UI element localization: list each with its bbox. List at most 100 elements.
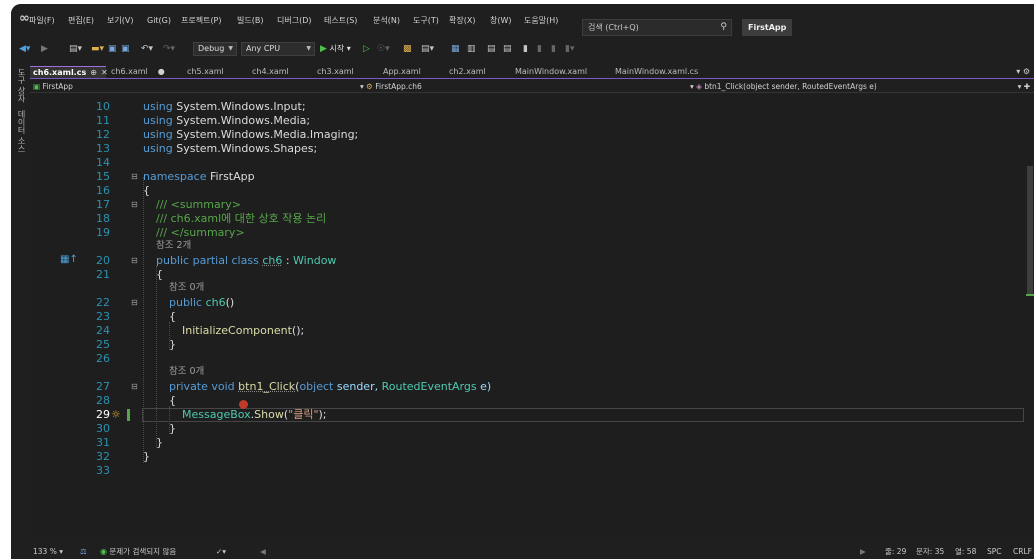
char-indicator[interactable]: 문자: 35 [916,546,944,557]
code-line: { [169,394,176,407]
member-name: btn1_Click(object sender, RoutedEventArg… [704,82,877,91]
tab-ch6-xaml-cs[interactable]: ch6.xaml.cs ⊕ ✕ [30,66,108,78]
layout-icon[interactable]: ▤▾ [421,42,434,56]
properties-icon[interactable]: ▥ [467,42,476,56]
zoom-level[interactable]: 133 % ▾ [33,546,63,557]
play-icon: ▶ [320,44,327,54]
hot-reload-icon[interactable]: ☉▾ [377,42,390,56]
tab-app-xaml[interactable]: App.xaml [380,66,442,78]
start-without-debugging-icon[interactable]: ▷ [363,42,370,56]
code-editor[interactable]: 10 11 12 13 14 15 16 17 18 19 20 21 22 23 24 25 26 27 28 29… [30,94,1025,538]
clear-bookmarks-icon[interactable]: ▮▾ [565,42,574,56]
tab-mainwindow-xaml-cs[interactable]: MainWindow.xaml.cs [612,66,716,78]
check-circle-icon: ◉ [100,547,107,556]
uncomment-icon[interactable]: ▤ [503,42,512,56]
redo-icon[interactable]: ↷▾ [163,42,175,56]
split-editor-icon[interactable]: ▾ ✚ [1018,81,1030,92]
pin-icon[interactable]: ⊕ [90,68,97,77]
menu-item[interactable]: 빌드(B) [237,14,263,28]
line-ending-indicator[interactable]: CRLF [1013,546,1032,557]
code-line: { [156,268,163,281]
platform-select[interactable]: Any CPU ▼ [241,42,315,56]
code-cleanup-icon[interactable]: ✓▾ [216,546,226,557]
csharp-project-icon: ▣ [33,82,41,91]
menu-item[interactable]: 분석(N) [373,14,400,28]
menu-item[interactable]: 프로젝트(P) [181,14,222,28]
new-project-icon[interactable]: ▤▾ [69,42,82,56]
menu-item[interactable]: 테스트(S) [324,14,357,28]
member-dropdown[interactable]: ▾ ◈ btn1_Click(object sender, RoutedEven… [690,81,1010,92]
save-icon[interactable]: ▣ [108,42,117,56]
scrollbar-thumb[interactable] [1027,166,1033,296]
scroll-right-icon[interactable]: ▶ [860,546,866,557]
code-line: using System.Windows.Shapes; [143,142,318,155]
comment-icon[interactable]: ▤ [487,42,496,56]
platform-value: Any CPU [246,44,281,53]
menu-item[interactable]: 도움말(H) [524,14,558,28]
prev-bookmark-icon[interactable]: ▮ [537,42,542,56]
codelens-references[interactable]: 참조 2개 [30,239,1025,251]
menu-item[interactable]: 확장(X) [449,14,475,28]
tab-label: MainWindow.xaml.cs [615,67,699,76]
mouse-click-indicator [239,400,248,409]
browse-icon[interactable]: ▩ [403,42,412,56]
code-line: namespace FirstApp [143,170,255,183]
codelens-references[interactable]: 참조 0개 [30,281,1025,293]
tab-label: ch5.xaml [187,67,224,76]
tab-overflow-and-settings-icon[interactable]: ▾ ⚙ [1016,66,1030,78]
project-dropdown[interactable]: ▣ FirstApp [33,81,333,92]
menu-item[interactable]: 창(W) [490,14,512,28]
tab-label: ch2.xaml [449,67,486,76]
menu-item[interactable]: 보기(V) [107,14,133,28]
save-all-icon[interactable]: ▣ [121,42,130,56]
code-line: private void btn1_Click(object sender, R… [169,380,492,393]
forward-icon[interactable]: ▶ [41,42,48,56]
vertical-scrollbar[interactable] [1025,94,1034,538]
column-indicator[interactable]: 열: 58 [955,546,976,557]
issues-indicator[interactable]: ◉ 문제가 검색되지 않음 [100,546,176,557]
chevron-down-icon: ▼ [306,45,311,52]
menu-item[interactable]: 디버그(D) [277,14,311,28]
menu-item[interactable]: 편집(E) [68,14,94,28]
back-icon[interactable]: ◀▾ [19,42,30,56]
tab-ch2-xaml[interactable]: ch2.xaml [446,66,506,78]
tab-ch5-xaml[interactable]: ch5.xaml [184,66,244,78]
document-tab-bar: ch6.xaml.cs ⊕ ✕ ch6.xaml ● ch5.xaml ch4.xam… [30,66,1034,79]
menu-item[interactable]: 도구(T) [413,14,439,28]
start-label: 시작 [329,44,345,53]
open-folder-icon[interactable]: ▬▾ [91,42,104,56]
line-number: 33 [96,464,110,477]
class-dropdown[interactable]: ▾ ⚙ FirstApp.ch6 [360,81,680,92]
bookmark-icon[interactable]: ▮ [523,42,528,56]
data-sources-tab[interactable]: 데이터 소스 [14,110,26,153]
project-name: FirstApp [42,82,73,91]
next-bookmark-icon[interactable]: ▮ [551,42,556,56]
status-bar: 133 % ▾ ⚖ ◉ 문제가 검색되지 않음 ✓▾ ◀ ▶ 줄: 29 문자:… [30,544,1034,559]
search-input[interactable]: 검색 (Ctrl+Q) ⚲ [582,19,732,36]
toolbar: ◀▾ ▶ ▤▾ ▬▾ ▣ ▣ ↶▾ ↷▾ Debug ▼ Any CPU ▼ ▶… [11,39,1034,59]
toolbox-tab[interactable]: 도구 상자 [14,68,26,103]
menu-item[interactable]: 파일(F) [29,14,55,28]
code-line: using System.Windows.Media; [143,114,311,127]
whitespace-indicator[interactable]: SPC [987,546,1002,557]
configuration-select[interactable]: Debug ▼ [193,42,237,56]
undo-icon[interactable]: ↶▾ [141,42,153,56]
line-number: 26 [96,352,110,365]
solution-explorer-icon[interactable]: ▦ [451,42,460,56]
suggestions-icon[interactable]: ⚖ [80,546,87,557]
codelens-references[interactable]: 참조 0개 [30,365,1025,377]
tab-ch6-xaml[interactable]: ch6.xaml ● [108,66,170,78]
menu-item[interactable]: Git(G) [147,14,171,28]
tab-ch3-xaml[interactable]: ch3.xaml [314,66,374,78]
scroll-left-icon[interactable]: ◀ [260,546,266,557]
close-icon[interactable]: ✕ [101,68,108,77]
line-number: 14 [96,156,110,169]
line-indicator[interactable]: 줄: 29 [885,546,906,557]
tab-mainwindow-xaml[interactable]: MainWindow.xaml [512,66,608,78]
start-debugging-button[interactable]: ▶ 시작 ▾ [320,42,351,56]
code-line: using System.Windows.Input; [143,100,306,113]
code-line: } [143,450,150,463]
modified-dot-icon: ● [157,67,165,76]
tab-ch4-xaml[interactable]: ch4.xaml [249,66,309,78]
solution-name-badge[interactable]: FirstApp [742,19,793,36]
